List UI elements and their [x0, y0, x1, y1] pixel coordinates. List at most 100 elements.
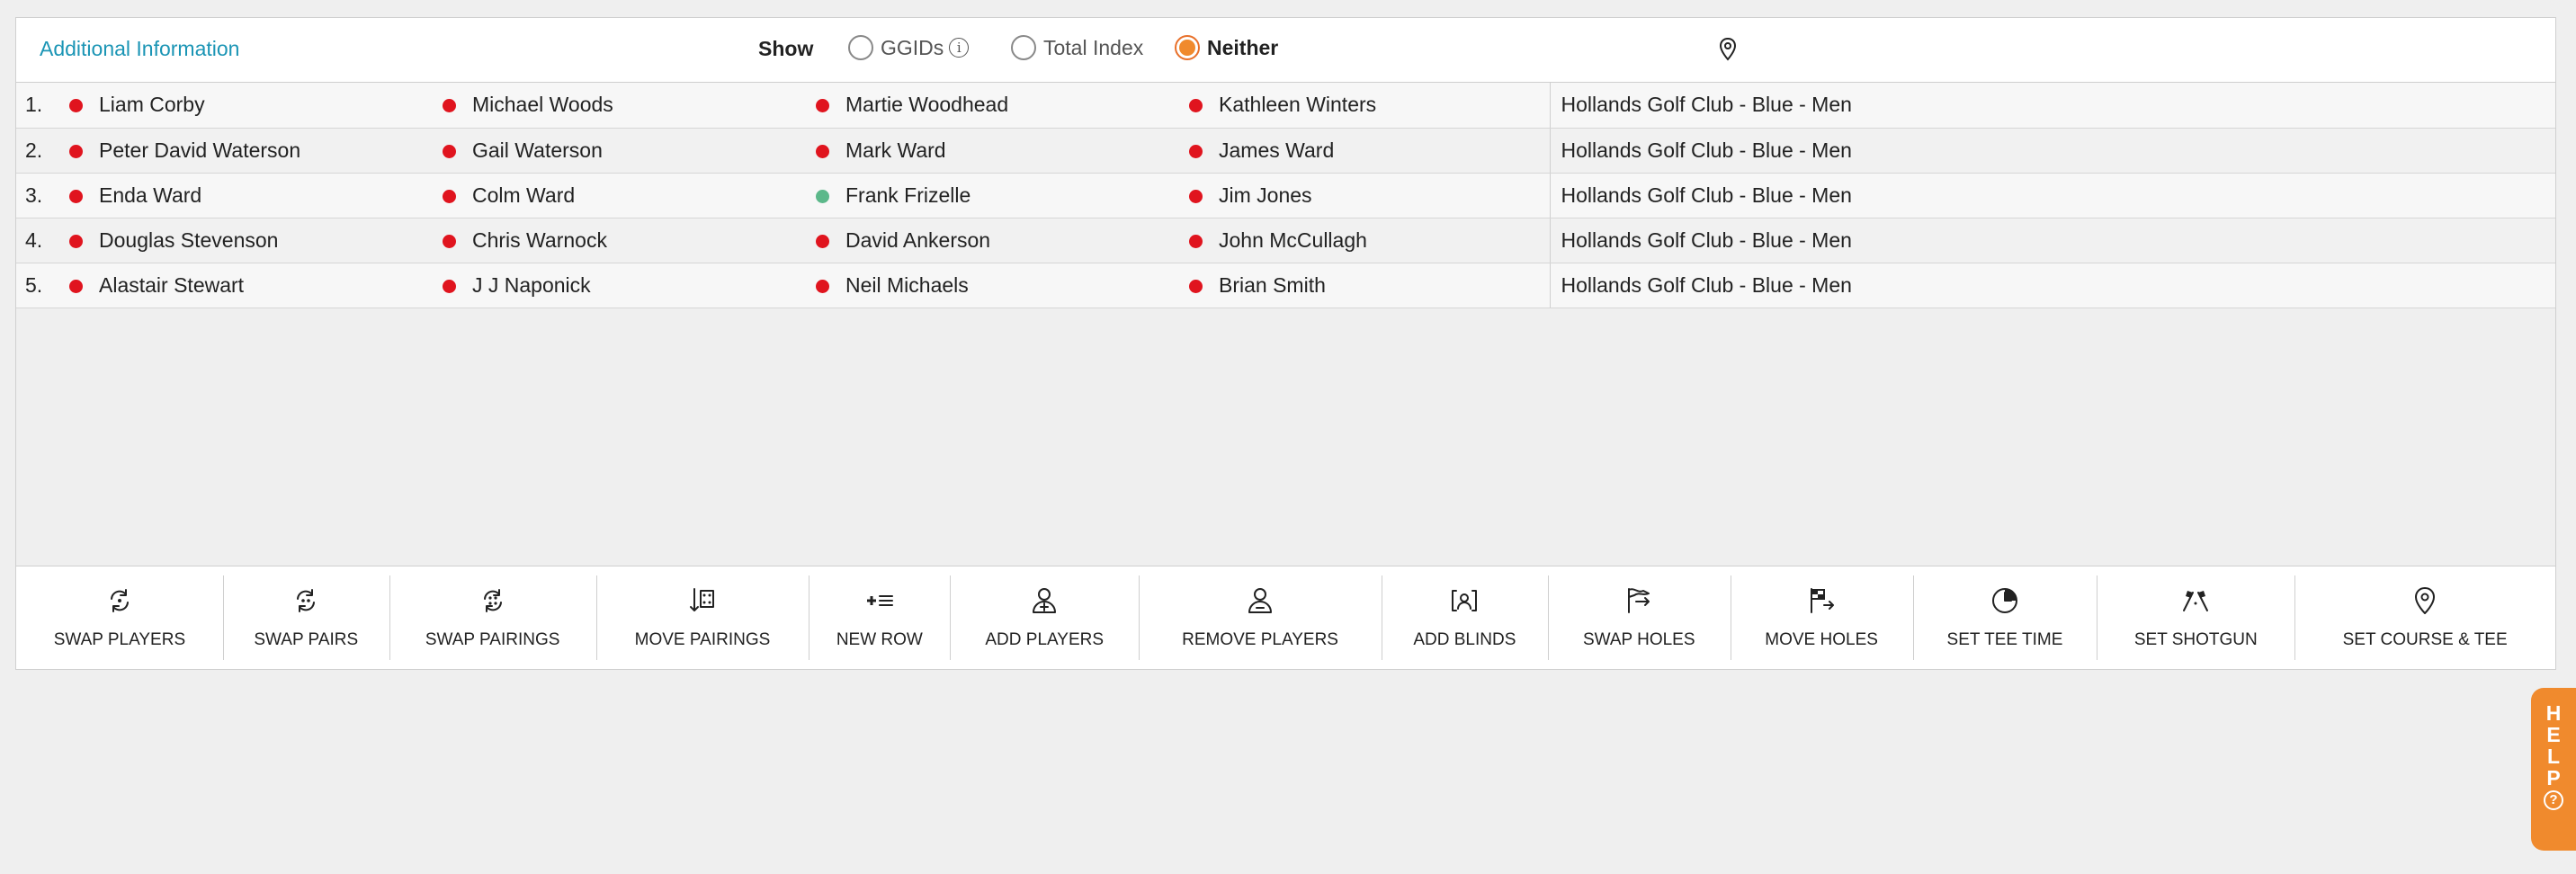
set-shotgun-button[interactable]: SET SHOTGUN [2097, 566, 2294, 669]
help-question-icon: ? [2544, 790, 2563, 810]
player-cell[interactable]: David Ankerson [803, 218, 1176, 263]
course-cell[interactable]: Hollands Golf Club - Blue - Men [1549, 83, 2555, 129]
radio-circle-selected[interactable] [1175, 35, 1200, 60]
add-blinds-button[interactable]: ADD BLINDS [1381, 566, 1548, 669]
swap-pairings-button[interactable]: SWAP PAIRINGS [389, 566, 596, 669]
swap-players-icon [104, 585, 135, 630]
status-dot [443, 279, 456, 293]
course-cell[interactable]: Hollands Golf Club - Blue - Men [1549, 263, 2555, 308]
radio-circle[interactable] [1011, 35, 1036, 60]
radio-total-index[interactable]: Total Index [1011, 35, 1143, 60]
player-cell[interactable]: J J Naponick [430, 263, 803, 308]
player-cell[interactable]: Mark Ward [803, 128, 1176, 174]
player-cell[interactable]: Gail Waterson [430, 128, 803, 174]
swap-holes-button[interactable]: SWAP HOLES [1547, 566, 1731, 669]
help-letter: L [2546, 745, 2561, 768]
status-dot [443, 99, 456, 113]
clock-icon [1990, 585, 2020, 630]
player-name: Jim Jones [1219, 183, 1312, 207]
help-letter: H [2545, 701, 2562, 725]
status-dot [1189, 279, 1203, 293]
player-cell[interactable]: Brian Smith [1176, 263, 1550, 308]
new-row-button[interactable]: NEW ROW [809, 566, 950, 669]
set-tee-time-button[interactable]: SET TEE TIME [1912, 566, 2097, 669]
player-cell[interactable]: Enda Ward [57, 173, 430, 218]
radio-neither[interactable]: Neither [1175, 35, 1278, 60]
player-cell[interactable]: Kathleen Winters [1176, 83, 1550, 129]
player-cell[interactable]: Liam Corby [57, 83, 430, 129]
status-dot [443, 234, 456, 248]
set-course-tee-button[interactable]: SET COURSE & TEE [2294, 566, 2555, 669]
tool-label: SWAP PLAYERS [53, 630, 186, 649]
player-name: Peter David Waterson [99, 138, 301, 162]
player-name: Enda Ward [99, 183, 202, 207]
player-cell[interactable]: Frank Frizelle [803, 173, 1176, 218]
swap-pairs-button[interactable]: SWAP PAIRS [222, 566, 389, 669]
player-name: Gail Waterson [472, 138, 603, 162]
row-number: 1. [16, 83, 57, 129]
status-dot [816, 189, 829, 203]
radio-ggids[interactable]: GGIDs i [848, 35, 970, 60]
radio-circle[interactable] [848, 35, 873, 60]
course-cell[interactable]: Hollands Golf Club - Blue - Men [1549, 128, 2555, 174]
map-pin-icon [1718, 37, 1738, 67]
player-cell[interactable]: Martie Woodhead [803, 83, 1176, 129]
additional-information-link[interactable]: Additional Information [40, 37, 239, 61]
table-row[interactable]: 3. Enda Ward Colm Ward Frank Frizelle Jim Jo… [16, 173, 2555, 218]
tool-label: NEW ROW [836, 630, 923, 649]
player-cell[interactable]: Neil Michaels [803, 263, 1176, 308]
player-name: Neil Michaels [845, 272, 969, 297]
player-cell[interactable]: Alastair Stewart [57, 263, 430, 308]
status-dot [69, 189, 83, 203]
player-name: David Ankerson [845, 227, 991, 252]
row-number: 4. [16, 218, 57, 263]
course-cell[interactable]: Hollands Golf Club - Blue - Men [1549, 218, 2555, 263]
player-cell[interactable]: John McCullagh [1176, 218, 1550, 263]
player-name: Liam Corby [99, 93, 205, 117]
new-row-icon [864, 585, 895, 630]
add-player-icon [1029, 585, 1060, 630]
player-cell[interactable]: Douglas Stevenson [57, 218, 430, 263]
player-name: J J Naponick [472, 272, 591, 297]
table-row[interactable]: 5. Alastair Stewart J J Naponick Neil Micha… [16, 263, 2555, 308]
player-cell[interactable]: Peter David Waterson [57, 128, 430, 174]
tool-label: MOVE PAIRINGS [634, 630, 771, 649]
player-name: Mark Ward [845, 138, 946, 162]
player-cell[interactable]: Colm Ward [430, 173, 803, 218]
status-dot [443, 144, 456, 158]
remove-player-icon [1245, 585, 1275, 630]
help-tab[interactable]: H E L P ? [2531, 688, 2576, 851]
player-cell[interactable]: James Ward [1176, 128, 1550, 174]
table-row[interactable]: 2. Peter David Waterson Gail Waterson Mark … [16, 128, 2555, 174]
row-number: 5. [16, 263, 57, 308]
status-dot [69, 279, 83, 293]
pairings-table: 1. Liam Corby Michael Woods Martie Woodhead… [16, 83, 2555, 308]
status-dot [816, 99, 829, 113]
table-row[interactable]: 1. Liam Corby Michael Woods Martie Woodhead… [16, 83, 2555, 129]
swap-pairs-icon [291, 585, 321, 630]
player-cell[interactable]: Michael Woods [430, 83, 803, 129]
remove-players-button[interactable]: REMOVE PLAYERS [1139, 566, 1382, 669]
move-holes-button[interactable]: MOVE HOLES [1730, 566, 1913, 669]
tool-label: SET COURSE & TEE [2342, 630, 2508, 649]
player-name: Alastair Stewart [99, 272, 245, 297]
move-pairings-button[interactable]: MOVE PAIRINGS [595, 566, 809, 669]
table-row[interactable]: 4. Douglas Stevenson Chris Warnock David An… [16, 218, 2555, 263]
status-dot [69, 144, 83, 158]
tool-label: SWAP HOLES [1582, 630, 1695, 649]
status-dot [443, 189, 456, 203]
add-players-button[interactable]: ADD PLAYERS [950, 566, 1139, 669]
player-cell[interactable]: Chris Warnock [430, 218, 803, 263]
move-holes-flag-icon [1806, 585, 1837, 630]
player-cell[interactable]: Jim Jones [1176, 173, 1550, 218]
info-icon[interactable]: i [949, 38, 970, 58]
status-dot [69, 99, 83, 113]
status-dot [1189, 99, 1203, 113]
show-label: Show [758, 37, 814, 60]
swap-players-button[interactable]: SWAP PLAYERS [16, 566, 223, 669]
status-dot [69, 234, 83, 248]
row-number: 3. [16, 173, 57, 218]
player-name: Martie Woodhead [845, 93, 1009, 117]
course-cell[interactable]: Hollands Golf Club - Blue - Men [1549, 173, 2555, 218]
tool-label: SET SHOTGUN [2133, 630, 2258, 649]
